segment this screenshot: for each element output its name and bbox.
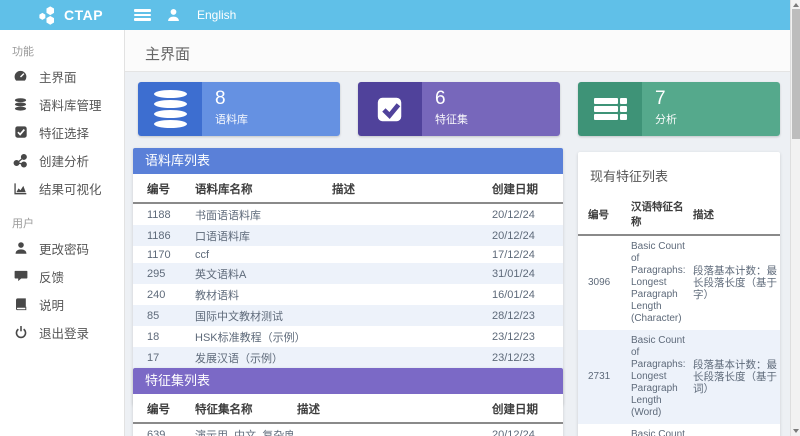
sidebar-item-main[interactable]: 主界面 — [0, 62, 124, 90]
database-icon — [138, 82, 202, 136]
col-id: 编号 — [578, 195, 628, 235]
existing-features-panel: 现有特征列表 编号 汉语特征名称 描述 3096 Basic Count of … — [578, 152, 780, 436]
col-date: 创建日期 — [488, 174, 563, 203]
scroll-down-icon[interactable] — [793, 429, 799, 433]
table-row[interactable]: 3096 Basic Count of Paragraphs: Longest … — [578, 235, 780, 330]
sidebar-item-result-visualization[interactable]: 结果可视化 — [0, 174, 124, 202]
sidebar-item-corpus-management[interactable]: 语料库管理 — [0, 90, 124, 118]
sidebar-item-change-password[interactable]: 更改密码 — [0, 234, 124, 262]
sidebar-item-label: 退出登录 — [39, 323, 89, 342]
analysis-count-card[interactable]: 7 分析 — [578, 82, 780, 136]
area-chart-icon — [13, 181, 28, 196]
scrollbar-thumb[interactable] — [792, 9, 800, 139]
table-header-row: 编号 特征集名称 描述 创建日期 — [133, 394, 563, 423]
analysis-count-label: 分析 — [655, 111, 780, 127]
table-row[interactable]: 18HSK标准教程（示例）23/12/23 — [133, 326, 563, 347]
sidebar-item-label: 结果可视化 — [39, 179, 102, 198]
main-content: 主界面 8 语料库 6 特征集 — [125, 30, 790, 436]
sidebar-item-label: 语料库管理 — [39, 95, 102, 114]
page-title-bar: 主界面 — [125, 30, 790, 72]
sidebar: 功能 主界面 语料库管理 特征选择 — [0, 30, 125, 436]
check-square-icon — [13, 125, 28, 140]
database-icon — [13, 97, 28, 112]
table-row[interactable]: 240教材语料16/01/24 — [133, 284, 563, 305]
col-name: 特征集名称 — [191, 394, 293, 423]
sidebar-item-label: 主界面 — [39, 67, 77, 86]
comment-icon — [13, 269, 28, 284]
featureset-list-panel: 特征集列表 编号 特征集名称 描述 创建日期 639演示用_中文_复杂度20/1… — [133, 368, 563, 436]
power-icon — [13, 325, 28, 340]
col-date: 创建日期 — [488, 394, 563, 423]
table-row[interactable]: 1188书面语语料库20/12/24 — [133, 203, 563, 225]
corpus-list-title: 语料库列表 — [133, 148, 563, 174]
sidebar-item-feedback[interactable]: 反馈 — [0, 262, 124, 290]
table-row[interactable]: Basic Count of Paragraphs: Mean 段落基本计数：平… — [578, 424, 780, 436]
sidebar-item-help[interactable]: 说明 — [0, 290, 124, 318]
table-row[interactable]: 1170ccf17/12/24 — [133, 246, 563, 263]
featureset-count-label: 特征集 — [435, 111, 560, 127]
col-desc: 描述 — [328, 174, 488, 203]
scroll-up-icon[interactable] — [793, 3, 799, 7]
stat-cards: 8 语料库 6 特征集 — [138, 82, 780, 136]
corpus-count-value: 8 — [215, 88, 340, 110]
language-link[interactable]: English — [197, 8, 236, 22]
user-icon — [13, 241, 28, 256]
brand-logo[interactable]: CTAP — [38, 5, 120, 26]
featureset-list-title: 特征集列表 — [133, 368, 563, 394]
sidebar-item-label: 创建分析 — [39, 151, 89, 170]
col-name: 语料库名称 — [191, 174, 328, 203]
sidebar-section-functions: 功能 — [0, 30, 124, 62]
sidebar-item-label: 特征选择 — [39, 123, 89, 142]
existing-features-title: 现有特征列表 — [578, 162, 780, 195]
col-id: 编号 — [133, 174, 191, 203]
check-square-icon — [358, 82, 422, 136]
table-row[interactable]: 17发展汉语（示例）23/12/23 — [133, 347, 563, 368]
sidebar-item-feature-selection[interactable]: 特征选择 — [0, 118, 124, 146]
corpus-table: 编号 语料库名称 描述 创建日期 1188书面语语料库20/12/24 1186… — [133, 174, 563, 368]
featureset-table: 编号 特征集名称 描述 创建日期 639演示用_中文_复杂度20/12/24 — [133, 394, 563, 436]
menu-toggle-icon[interactable] — [134, 7, 151, 23]
sidebar-item-logout[interactable]: 退出登录 — [0, 318, 124, 346]
sidebar-item-label: 反馈 — [39, 267, 64, 286]
sidebar-item-create-analysis[interactable]: 创建分析 — [0, 146, 124, 174]
book-icon — [13, 297, 28, 312]
top-bar: CTAP English — [0, 0, 790, 30]
sidebar-item-label: 更改密码 — [39, 239, 89, 258]
table-row[interactable]: 85国际中文教材测试28/12/23 — [133, 305, 563, 326]
featureset-count-card[interactable]: 6 特征集 — [358, 82, 560, 136]
corpus-list-panel: 语料库列表 编号 语料库名称 描述 创建日期 1188书面语语料库20/12/2… — [133, 148, 563, 405]
sidebar-section-user: 用户 — [0, 202, 124, 234]
analysis-count-value: 7 — [655, 88, 780, 110]
featureset-count-value: 6 — [435, 88, 560, 110]
dashboard-icon — [13, 69, 28, 84]
table-header-row: 编号 汉语特征名称 描述 — [578, 195, 780, 235]
corpus-count-label: 语料库 — [215, 111, 340, 127]
share-nodes-icon — [13, 153, 28, 168]
table-row[interactable]: 2731 Basic Count of Paragraphs: Longest … — [578, 330, 780, 424]
ctap-hexagons-icon — [38, 5, 59, 26]
col-id: 编号 — [133, 394, 191, 423]
tasks-icon — [578, 82, 642, 136]
col-name: 汉语特征名称 — [628, 195, 690, 235]
corpus-count-card[interactable]: 8 语料库 — [138, 82, 340, 136]
table-row[interactable]: 295英文语料A31/01/24 — [133, 263, 563, 284]
table-row[interactable]: 1186口语语料库20/12/24 — [133, 225, 563, 246]
page-title: 主界面 — [125, 30, 190, 64]
col-desc: 描述 — [293, 394, 488, 423]
app-root: CTAP English 功能 主界面 — [0, 0, 800, 436]
scrollbar[interactable] — [790, 0, 800, 436]
col-desc: 描述 — [690, 195, 780, 235]
features-table: 编号 汉语特征名称 描述 3096 Basic Count of Paragra… — [578, 195, 780, 436]
table-row[interactable]: 639演示用_中文_复杂度20/12/24 — [133, 423, 563, 436]
table-header-row: 编号 语料库名称 描述 创建日期 — [133, 174, 563, 203]
sidebar-item-label: 说明 — [39, 295, 64, 314]
brand-name: CTAP — [64, 7, 103, 23]
user-icon[interactable] — [167, 8, 180, 22]
